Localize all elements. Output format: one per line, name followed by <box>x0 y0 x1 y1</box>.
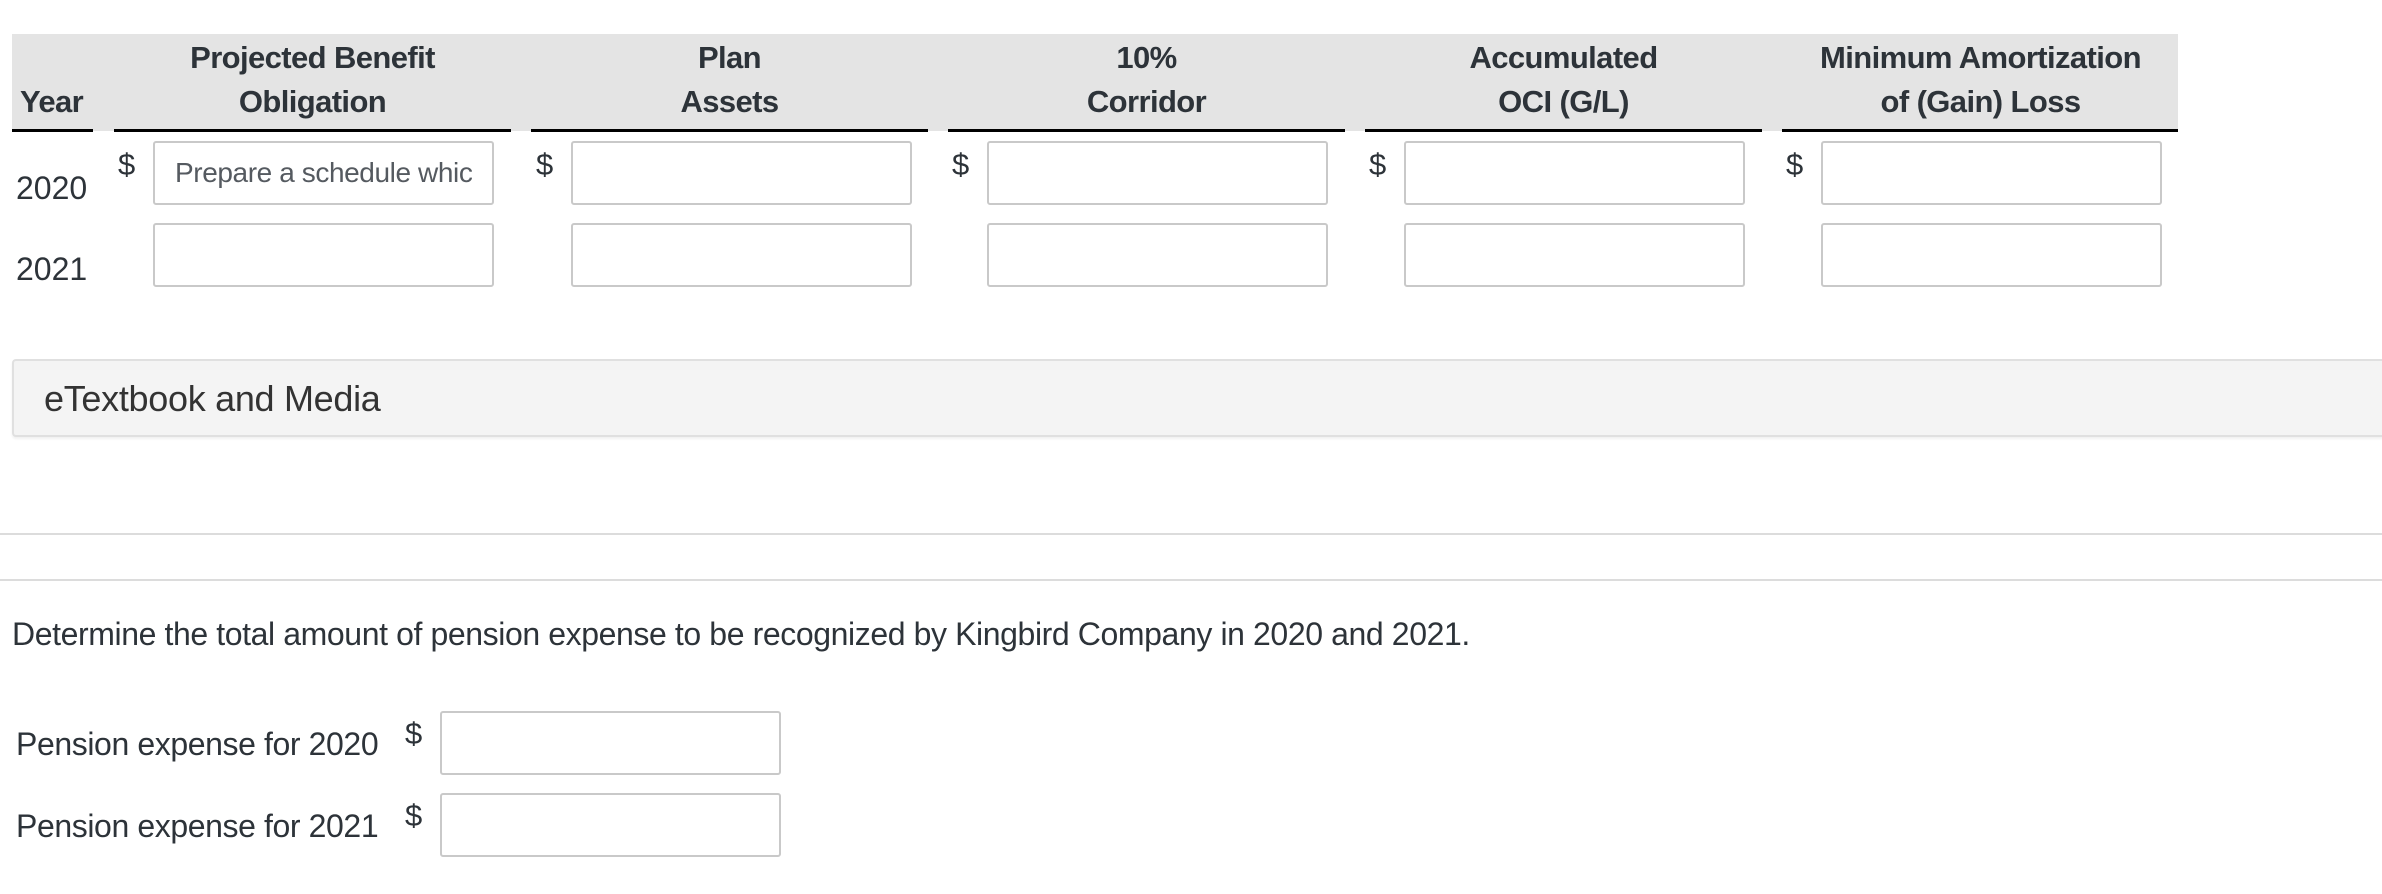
column-header-line: Projected Benefit <box>190 40 435 75</box>
etextbook-and-media-label: eTextbook and Media <box>44 378 381 419</box>
pbo-2020-input[interactable] <box>153 141 494 205</box>
column-header-line: of (Gain) Loss <box>1880 84 2082 119</box>
column-header-line: Plan <box>697 40 762 75</box>
dollar-sign: $ <box>536 147 554 182</box>
dollar-sign: $ <box>118 147 136 182</box>
dollar-sign: $ <box>405 798 423 833</box>
dollar-sign: $ <box>952 147 970 182</box>
pension-expense-2021-input[interactable] <box>440 793 781 857</box>
dollar-sign: $ <box>405 716 423 751</box>
corridor-2020-input[interactable] <box>987 141 1328 205</box>
column-header-10-percent-corridor: 10% Corridor <box>948 36 1345 124</box>
column-header-year: Year <box>20 84 84 119</box>
header-underline-accumulated-oci <box>1365 129 1762 132</box>
column-header-plan-assets: Plan Assets <box>531 36 928 124</box>
pension-expense-2021-label: Pension expense for 2021 <box>16 808 379 844</box>
column-header-line: Assets <box>680 84 779 119</box>
column-header-projected-benefit-obligation: Projected Benefit Obligation <box>114 36 511 124</box>
minimum-amortization-2021-input[interactable] <box>1821 223 2162 287</box>
dollar-sign: $ <box>1786 147 1804 182</box>
minimum-amortization-2020-input[interactable] <box>1821 141 2162 205</box>
column-header-line: Corridor <box>1086 84 1207 119</box>
corridor-2021-input[interactable] <box>987 223 1328 287</box>
column-header-line: Accumulated <box>1469 40 1658 75</box>
section-divider <box>0 533 2382 535</box>
column-header-accumulated-oci: Accumulated OCI (G/L) <box>1365 36 1762 124</box>
column-header-minimum-amortization: Minimum Amortization of (Gain) Loss <box>1782 36 2179 124</box>
header-underline-corridor <box>948 129 1345 132</box>
column-header-line: Minimum Amortization <box>1820 40 2142 75</box>
column-header-line: 10% <box>1116 40 1177 75</box>
column-header-line: Obligation <box>238 84 387 119</box>
header-underline-minimum-amortization <box>1782 129 2178 132</box>
row-year-2021: 2021 <box>16 251 88 287</box>
pension-expense-2020-input[interactable] <box>440 711 781 775</box>
accumulated-oci-2021-input[interactable] <box>1404 223 1745 287</box>
row-year-2020: 2020 <box>16 170 88 206</box>
header-underline-plan-assets <box>531 129 928 132</box>
header-underline-pbo <box>114 129 511 132</box>
dollar-sign: $ <box>1369 147 1387 182</box>
header-underline-year <box>12 129 93 132</box>
question-text: Determine the total amount of pension ex… <box>12 616 1470 652</box>
plan-assets-2021-input[interactable] <box>571 223 912 287</box>
section-divider <box>0 579 2382 581</box>
accumulated-oci-2020-input[interactable] <box>1404 141 1745 205</box>
etextbook-and-media-button[interactable]: eTextbook and Media <box>12 359 2382 437</box>
plan-assets-2020-input[interactable] <box>571 141 912 205</box>
pbo-2021-input[interactable] <box>153 223 494 287</box>
pension-expense-2020-label: Pension expense for 2020 <box>16 726 379 762</box>
column-header-line: OCI (G/L) <box>1498 84 1629 119</box>
